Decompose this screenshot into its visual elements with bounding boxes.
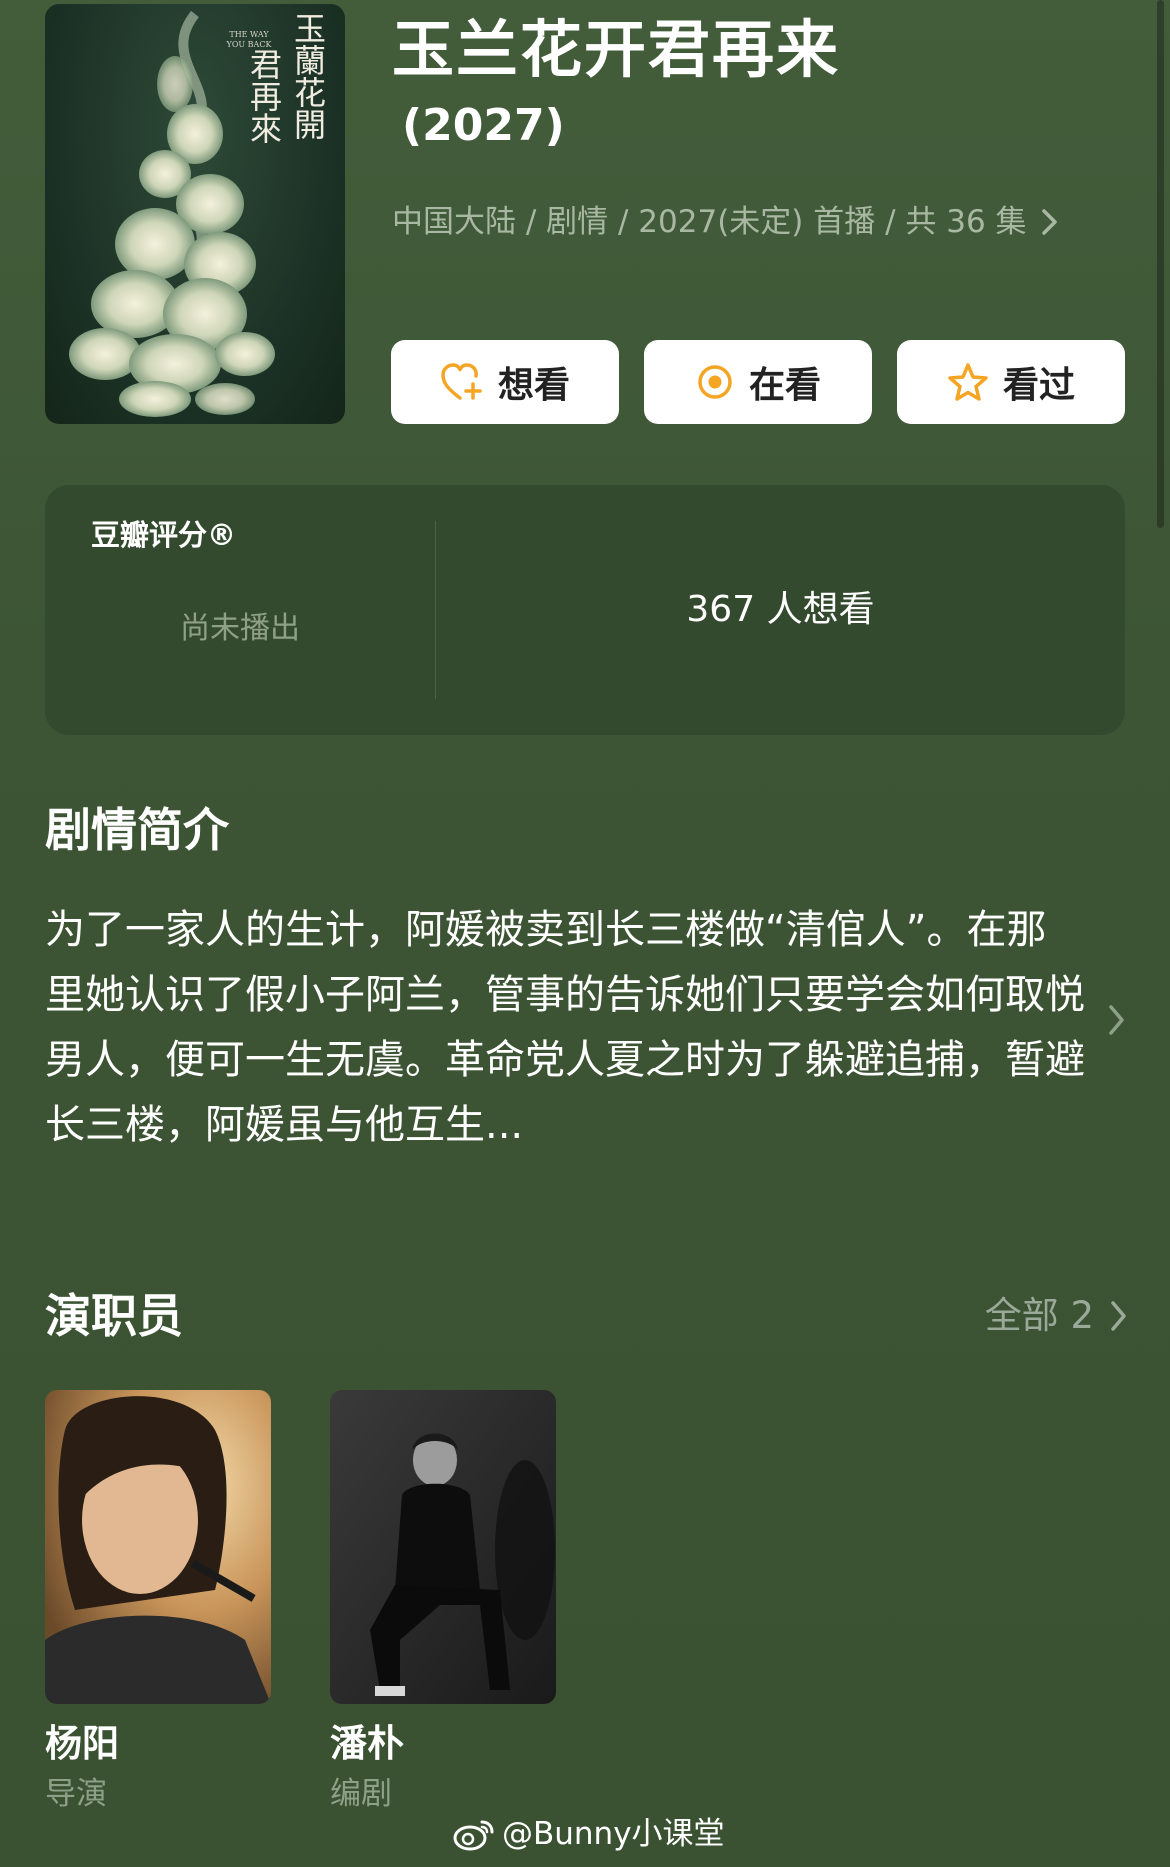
cast-name: 潘朴 [330,1722,404,1765]
chevron-right-icon [1111,1301,1126,1331]
watched-button[interactable]: 看过 [897,340,1125,424]
scrollbar[interactable] [1157,0,1164,528]
poster-image[interactable]: 玉蘭花開 君再來 THE WAY YOU BACK [45,4,345,424]
view-all-cast-link[interactable]: 全部 2 [985,1290,1130,1342]
watermark-text: @Bunny小课堂 [502,1816,725,1852]
weibo-watermark: @Bunny小课堂 [452,1812,725,1856]
target-icon [698,365,732,399]
show-meta-text: 中国大陆 / 剧情 / 2027(未定) 首播 / 共 36 集 [392,204,1027,240]
rating-card[interactable]: 豆瓣评分® 尚未播出 367 人想看 [45,485,1125,735]
cast-photo [330,1390,556,1704]
watched-label: 看过 [1002,365,1075,406]
cast-role: 导演 [45,1776,107,1812]
heart-plus-icon [441,363,482,400]
want-to-watch-label: 想看 [497,365,570,406]
want-to-watch-button[interactable]: 想看 [391,340,619,424]
cast-member-card[interactable]: 杨阳 导演 [45,1390,271,1816]
synopsis-text[interactable]: 为了一家人的生计，阿媛被卖到长三楼做“清倌人”。在那里她认识了假小子阿兰，管事的… [45,898,1085,1158]
synopsis-title: 剧情简介 [45,803,229,857]
cast-member-card[interactable]: 潘朴 编剧 [330,1390,556,1816]
weibo-icon [453,1820,494,1851]
poster-title-1: 玉蘭花開 [289,12,327,140]
poster-title-en: THE WAY YOU BACK [226,30,272,49]
star-icon [948,363,988,401]
cast-title: 演职员 [45,1289,183,1343]
rating-status: 尚未播出 [180,611,300,646]
douban-rating-label: 豆瓣评分® [91,518,237,552]
chevron-right-icon[interactable] [1106,1002,1128,1038]
show-year: (2027) [402,100,565,151]
poster-title-2: 君再來 [245,48,283,144]
watching-button[interactable]: 在看 [644,340,872,424]
show-title: 玉兰花开君再来 [392,13,841,86]
cast-role: 编剧 [330,1776,392,1812]
want-count: 367 人想看 [686,589,875,630]
chevron-right-icon [1041,209,1057,235]
cast-name: 杨阳 [45,1722,119,1765]
view-all-label: 全部 2 [984,1294,1094,1337]
cast-photo [45,1390,271,1704]
show-meta[interactable]: 中国大陆 / 剧情 / 2027(未定) 首播 / 共 36 集 [392,200,1061,244]
watching-label: 在看 [748,365,821,406]
